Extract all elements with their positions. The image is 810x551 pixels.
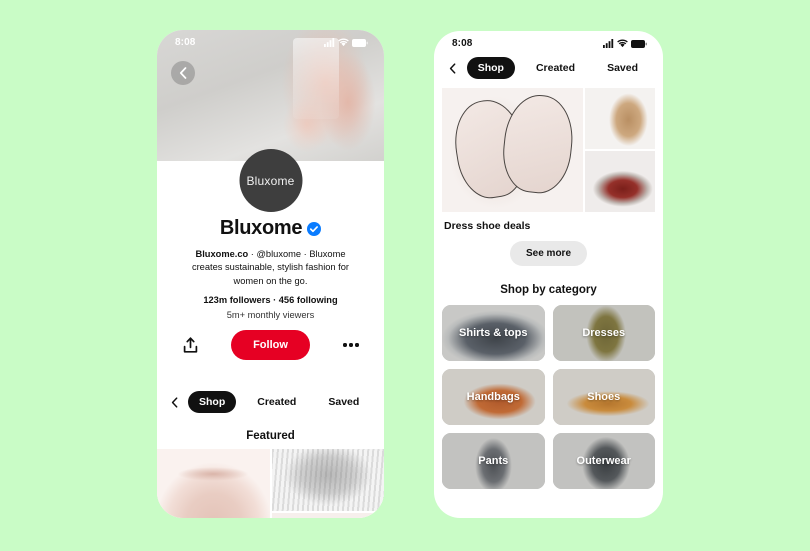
status-icons xyxy=(603,38,647,48)
shop-by-category-heading: Shop by category xyxy=(500,284,597,296)
wifi-icon xyxy=(617,39,628,47)
featured-pin-grid xyxy=(157,449,384,518)
category-tile-dresses[interactable]: Dresses xyxy=(552,305,655,361)
tab-created[interactable]: Created xyxy=(525,57,586,79)
category-label: Shirts & tops xyxy=(459,327,528,339)
category-label: Dresses xyxy=(582,327,626,339)
category-tile-shirts-tops[interactable]: Shirts & tops xyxy=(442,305,545,361)
tab-saved[interactable]: Saved xyxy=(596,57,649,79)
profile-site: Bluxome.co xyxy=(195,249,249,259)
profile-stats: 123m followers · 456 following xyxy=(203,295,338,306)
category-tile-pants[interactable]: Pants xyxy=(442,433,545,489)
cellular-signal-icon xyxy=(324,37,335,47)
more-options-icon xyxy=(343,343,359,347)
deal-image-grid xyxy=(442,88,655,212)
featured-pin-grey-scarf[interactable] xyxy=(271,449,384,511)
featured-heading: Featured xyxy=(246,430,295,442)
deal-title: Dress shoe deals xyxy=(444,220,531,232)
shop-tabbar: Shop Created Saved xyxy=(434,57,663,79)
canvas: 8:08 Bluxome Bluxome Bluxome.co · @bluxo… xyxy=(0,0,810,551)
verified-badge-icon xyxy=(307,221,322,236)
back-chevron-icon xyxy=(171,396,178,408)
featured-pin-blush-sweater[interactable] xyxy=(157,449,270,518)
share-icon xyxy=(183,336,197,353)
wifi-icon xyxy=(338,38,349,46)
deal-image-tan-flats[interactable] xyxy=(584,88,655,149)
category-tile-outerwear[interactable]: Outerwear xyxy=(552,433,655,489)
battery-icon xyxy=(631,39,647,48)
status-time: 8:08 xyxy=(175,36,196,48)
tab-saved[interactable]: Saved xyxy=(317,391,370,413)
status-time: 8:08 xyxy=(452,37,473,49)
category-grid: Shirts & tops Dresses Handbags Shoes Pan… xyxy=(442,305,655,489)
category-tile-shoes[interactable]: Shoes xyxy=(552,369,655,425)
follow-button[interactable]: Follow xyxy=(231,330,310,360)
tabbar-back-button[interactable] xyxy=(448,62,457,74)
cellular-signal-icon xyxy=(603,38,614,48)
page-title: Bluxome xyxy=(219,217,303,239)
profile-handle: @bluxome xyxy=(256,249,302,259)
profile-monthly-viewers: 5m+ monthly viewers xyxy=(226,310,315,321)
phone-mockup-profile: 8:08 Bluxome Bluxome Bluxome.co · @bluxo… xyxy=(157,30,384,518)
more-options-button[interactable] xyxy=(338,332,364,358)
back-chevron-icon xyxy=(179,67,187,79)
profile-actions: Follow xyxy=(157,330,384,360)
featured-pin-blush-accessory[interactable] xyxy=(271,513,384,518)
status-bar: 8:08 xyxy=(157,30,384,52)
category-label: Shoes xyxy=(587,391,621,403)
deal-image-burgundy-brogue[interactable] xyxy=(584,151,655,212)
back-button[interactable] xyxy=(171,61,195,85)
battery-icon xyxy=(352,38,368,47)
back-chevron-icon xyxy=(449,62,456,74)
profile-info: Bluxome Bluxome.co · @bluxome · Bluxome … xyxy=(157,161,384,320)
profile-tabbar: Shop Created Saved xyxy=(157,391,384,413)
tab-shop[interactable]: Shop xyxy=(188,391,237,413)
see-more-button[interactable]: See more xyxy=(509,241,588,266)
category-label: Pants xyxy=(478,455,509,467)
tab-shop[interactable]: Shop xyxy=(466,57,515,79)
category-label: Handbags xyxy=(466,391,520,403)
deal-image-blush-oxfords[interactable] xyxy=(442,88,583,212)
tabbar-back-button[interactable] xyxy=(171,396,178,408)
category-label: Outerwear xyxy=(576,455,631,467)
phone-mockup-shop: 8:08 Shop Created Saved Dress shoe deals xyxy=(434,31,663,518)
tab-created[interactable]: Created xyxy=(246,391,307,413)
deal-image-column xyxy=(584,88,655,212)
see-more-row: See more xyxy=(434,241,663,266)
status-bar: 8:08 xyxy=(434,31,663,53)
profile-bio: Bluxome.co · @bluxome · Bluxome creates … xyxy=(179,248,362,288)
share-button[interactable] xyxy=(177,332,203,358)
profile-name-row: Bluxome xyxy=(179,217,362,240)
status-icons xyxy=(324,37,368,47)
featured-pin-column xyxy=(271,449,384,518)
category-tile-handbags[interactable]: Handbags xyxy=(442,369,545,425)
